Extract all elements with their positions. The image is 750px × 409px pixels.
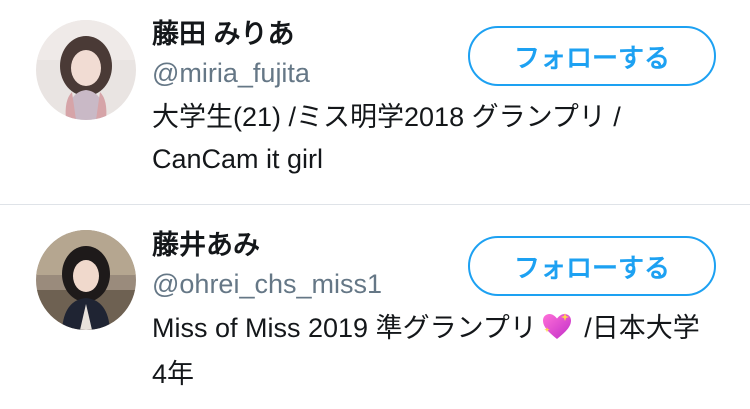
user-bio: 大学生(21) /ミス明学2018 グランプリ / CanCam it girl	[152, 102, 621, 174]
follow-button[interactable]: フォローする	[468, 236, 716, 296]
user-bio: Miss of Miss 2019 準グランプリ /日本大学4年	[152, 307, 712, 395]
avatar-photo-icon	[36, 230, 136, 330]
bio-text-part: Miss of Miss 2019 準グランプリ	[152, 313, 537, 343]
user-list-item[interactable]: 藤田 みりあ @miria_fujita 大学生(21) /ミス明学2018 グ…	[0, 0, 750, 204]
avatar[interactable]	[36, 230, 136, 330]
sparkling-heart-icon	[541, 311, 573, 353]
avatar-photo-icon	[36, 20, 136, 120]
avatar[interactable]	[36, 20, 136, 120]
follow-button[interactable]: フォローする	[468, 26, 716, 86]
user-list-item[interactable]: 藤井あみ @ohrei_chs_miss1 Miss of Miss 2019 …	[0, 205, 750, 409]
